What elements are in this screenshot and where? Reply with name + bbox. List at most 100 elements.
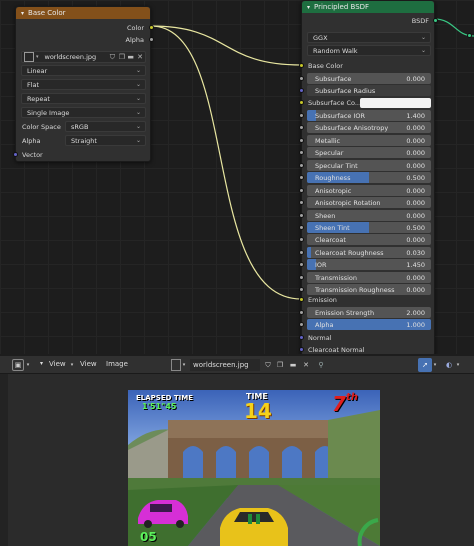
browse-chevron-icon[interactable]: ▾ bbox=[181, 359, 187, 371]
sample-tool-icon[interactable]: ➚ bbox=[418, 358, 432, 372]
node-editor[interactable]: ▾ Base Color Color Alpha ▾ worldscreen.j… bbox=[0, 0, 474, 354]
param-slider-subsurface-ior[interactable]: Subsurface IOR 1.400 bbox=[307, 110, 431, 121]
bsdf-node-header[interactable]: ▾ Principled BSDF bbox=[302, 1, 434, 13]
color-output-socket[interactable] bbox=[149, 25, 154, 30]
principled-bsdf-node[interactable]: ▾ Principled BSDF BSDF GGX ⌄ Random Walk… bbox=[299, 0, 438, 354]
param-slider-specular-tint[interactable]: Specular Tint 0.000 bbox=[307, 160, 431, 171]
vector-input-socket[interactable] bbox=[13, 152, 18, 157]
distribution-dropdown[interactable]: GGX ⌄ bbox=[307, 32, 431, 43]
interpolation-dropdown[interactable]: Linear ⌄ bbox=[21, 65, 146, 76]
param-slider-metallic[interactable]: Metallic 0.000 bbox=[307, 135, 431, 146]
image-browse-chevron-icon[interactable]: ▾ bbox=[36, 54, 39, 60]
param-slider-anisotropic-rotation[interactable]: Anisotropic Rotation 0.000 bbox=[307, 197, 431, 208]
fake-user-shield-icon[interactable]: ⛉ bbox=[263, 359, 273, 371]
param-slider-clearcoat-roughness[interactable]: Clearcoat Roughness 0.030 bbox=[307, 247, 431, 258]
open-folder-icon[interactable]: ▬ bbox=[127, 53, 134, 61]
clearcoat-normal-input: Clearcoat Normal bbox=[308, 344, 365, 354]
param-slider-sheen[interactable]: Sheen 0.000 bbox=[307, 210, 431, 221]
param-slider-anisotropic[interactable]: Anisotropic 0.000 bbox=[307, 185, 431, 196]
view-menu[interactable]: View bbox=[80, 360, 97, 368]
browse-image-icon[interactable] bbox=[171, 359, 181, 371]
param-slider-clearcoat[interactable]: Clearcoat 0.000 bbox=[307, 234, 431, 245]
image-viewport[interactable]: ELAPSED TIME 1'51"45 TIME 14 7th 05 bbox=[0, 374, 474, 546]
image-icon[interactable] bbox=[24, 52, 34, 62]
param-socket[interactable] bbox=[299, 200, 304, 205]
collapse-chevron-icon[interactable]: ▾ bbox=[21, 10, 24, 17]
param-socket[interactable] bbox=[299, 113, 304, 118]
extension-dropdown[interactable]: Repeat ⌄ bbox=[21, 93, 146, 104]
image-menu[interactable]: Image bbox=[106, 360, 128, 368]
param-socket[interactable] bbox=[299, 275, 304, 280]
mode-chevron-icon[interactable]: ▾ bbox=[40, 360, 43, 367]
close-icon[interactable]: ✕ bbox=[137, 53, 143, 61]
image-name-field[interactable]: worldscreen.jpg bbox=[190, 359, 260, 371]
param-slider-ior[interactable]: IOR 1.450 bbox=[307, 259, 431, 270]
param-slider-emission-strength[interactable]: Emission Strength 2.000 bbox=[307, 307, 431, 318]
editor-type-chevron-icon[interactable]: ▾ bbox=[25, 359, 31, 371]
speed-value: 05 bbox=[140, 530, 157, 544]
subsurface-color-swatch[interactable] bbox=[360, 98, 431, 108]
texture-node-header[interactable]: ▾ Base Color bbox=[16, 7, 150, 19]
normal-input-socket[interactable] bbox=[299, 335, 304, 340]
param-socket[interactable] bbox=[299, 310, 304, 315]
color-space-dropdown[interactable]: sRGB ⌄ bbox=[65, 121, 146, 132]
projection-value: Flat bbox=[27, 80, 40, 89]
param-slider-subsurface[interactable]: Subsurface 0.000 bbox=[307, 73, 431, 84]
param-socket[interactable] bbox=[299, 76, 304, 81]
image-editor[interactable]: ▣ ▾ ▾ View ▾ View Image ▾ worldscreen.jp… bbox=[0, 356, 474, 546]
base-color-input-socket[interactable] bbox=[299, 63, 304, 68]
source-dropdown[interactable]: Single Image ⌄ bbox=[21, 107, 146, 118]
param-socket[interactable] bbox=[299, 225, 304, 230]
image-name-field[interactable]: worldscreen.jpg bbox=[45, 53, 97, 61]
emission-input-socket[interactable] bbox=[299, 297, 304, 302]
param-socket[interactable] bbox=[299, 237, 304, 242]
image-texture-node[interactable]: ▾ Base Color Color Alpha ▾ worldscreen.j… bbox=[13, 6, 154, 162]
sample-chevron-icon[interactable]: ▾ bbox=[432, 359, 438, 371]
vector-input: Vector bbox=[22, 149, 43, 160]
subsurface-color-input-socket[interactable] bbox=[299, 100, 304, 105]
duplicate-icon[interactable]: ❐ bbox=[119, 53, 125, 61]
subsurface-method-dropdown[interactable]: Random Walk ⌄ bbox=[307, 45, 431, 56]
channels-chevron-icon[interactable]: ▾ bbox=[455, 359, 461, 371]
param-socket[interactable] bbox=[299, 125, 304, 130]
param-socket[interactable] bbox=[299, 287, 304, 292]
open-folder-icon[interactable]: ▬ bbox=[287, 359, 299, 371]
param-socket[interactable] bbox=[299, 175, 304, 180]
view-chevron-icon[interactable]: ▾ bbox=[68, 359, 76, 371]
param-slider-transmission[interactable]: Transmission 0.000 bbox=[307, 272, 431, 283]
param-socket[interactable] bbox=[299, 262, 304, 267]
param-socket[interactable] bbox=[299, 213, 304, 218]
param-socket[interactable] bbox=[299, 150, 304, 155]
material-output-socket[interactable] bbox=[467, 33, 472, 38]
param-socket[interactable] bbox=[299, 138, 304, 143]
param-slider-sheen-tint[interactable]: Sheen Tint 0.500 bbox=[307, 222, 431, 233]
projection-dropdown[interactable]: Flat ⌄ bbox=[21, 79, 146, 90]
collapse-chevron-icon[interactable]: ▾ bbox=[307, 4, 310, 11]
param-slider-alpha[interactable]: Alpha 1.000 bbox=[307, 319, 431, 330]
param-slider-roughness[interactable]: Roughness 0.500 bbox=[307, 172, 431, 183]
param-slider-subsurface-anisotropy[interactable]: Subsurface Anisotropy 0.000 bbox=[307, 122, 431, 133]
param-socket[interactable] bbox=[299, 88, 304, 93]
param-socket[interactable] bbox=[299, 188, 304, 193]
slider-label: Sheen Tint bbox=[315, 223, 350, 232]
param-socket[interactable] bbox=[299, 322, 304, 327]
clearcoat-normal-label: Clearcoat Normal bbox=[308, 345, 365, 354]
mode-view-menu[interactable]: View bbox=[49, 360, 66, 368]
fake-user-shield-icon[interactable]: ⛉ bbox=[110, 53, 115, 62]
duplicate-icon[interactable]: ❐ bbox=[275, 359, 285, 371]
display-channels-icon[interactable]: ◐ bbox=[443, 359, 455, 371]
time-value: 14 bbox=[244, 399, 272, 423]
alpha-mode-dropdown[interactable]: Straight ⌄ bbox=[65, 135, 146, 146]
close-icon[interactable]: ✕ bbox=[301, 359, 311, 371]
alpha-output-socket[interactable] bbox=[149, 37, 154, 42]
pin-icon[interactable]: ⚲ bbox=[316, 359, 326, 371]
editor-type-icon[interactable]: ▣ bbox=[12, 359, 24, 371]
param-slider-subsurface-radius[interactable]: Subsurface Radius bbox=[307, 85, 431, 96]
clearcoat-normal-input-socket[interactable] bbox=[299, 347, 304, 352]
param-slider-specular[interactable]: Specular 0.000 bbox=[307, 147, 431, 158]
param-socket[interactable] bbox=[299, 250, 304, 255]
image-selector[interactable]: ▾ worldscreen.jpg ⛉ ❐ ▬ ✕ bbox=[21, 51, 146, 63]
param-socket[interactable] bbox=[299, 163, 304, 168]
slider-value: 2.000 bbox=[406, 308, 425, 317]
bsdf-output-socket[interactable] bbox=[433, 18, 438, 23]
